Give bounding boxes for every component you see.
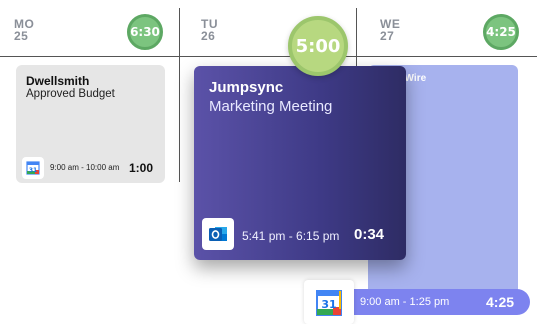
svg-text:31: 31 xyxy=(321,298,336,311)
column-divider-2 xyxy=(356,8,357,68)
event-card-jumpsync[interactable]: Jumpsync Marketing Meeting 5:41 pm - 6:1… xyxy=(194,66,406,260)
event-duration: 0:34 xyxy=(354,226,385,243)
svg-text:31: 31 xyxy=(29,167,37,174)
outlook-icon xyxy=(202,218,234,250)
day-header-tuesday[interactable]: TU 26 xyxy=(201,18,218,42)
day-header-monday[interactable]: MO 25 xyxy=(14,18,34,42)
header-divider xyxy=(0,56,537,57)
event-duration: 4:25 xyxy=(486,294,515,310)
date-label: 27 xyxy=(380,29,395,43)
google-calendar-icon: 31 xyxy=(22,157,44,179)
event-title: Approved Budget xyxy=(26,88,115,100)
date-label: 26 xyxy=(201,29,216,43)
day-header-wednesday[interactable]: WE 27 xyxy=(380,18,400,42)
day-total-badge-tuesday: 5:00 xyxy=(288,16,348,76)
event-title: Marketing Meeting xyxy=(209,98,333,115)
event-card-dwellsmith[interactable]: Dwellsmith Approved Budget 31 9:00 am - … xyxy=(16,65,165,183)
event-time: 9:00 am - 1:25 pm xyxy=(360,296,450,308)
day-total-badge-monday: 6:30 xyxy=(127,14,163,50)
event-company: Jumpsync xyxy=(209,79,284,96)
google-calendar-icon: 31 xyxy=(304,280,354,324)
date-label: 25 xyxy=(14,29,29,43)
event-company: Dwellsmith xyxy=(26,74,90,88)
day-total-badge-wednesday: 4:25 xyxy=(483,14,519,50)
event-duration: 1:00 xyxy=(129,161,154,175)
event-time: 5:41 pm - 6:15 pm xyxy=(242,229,340,243)
event-time: 9:00 am - 10:00 am xyxy=(50,163,120,172)
column-divider-1 xyxy=(179,8,180,182)
